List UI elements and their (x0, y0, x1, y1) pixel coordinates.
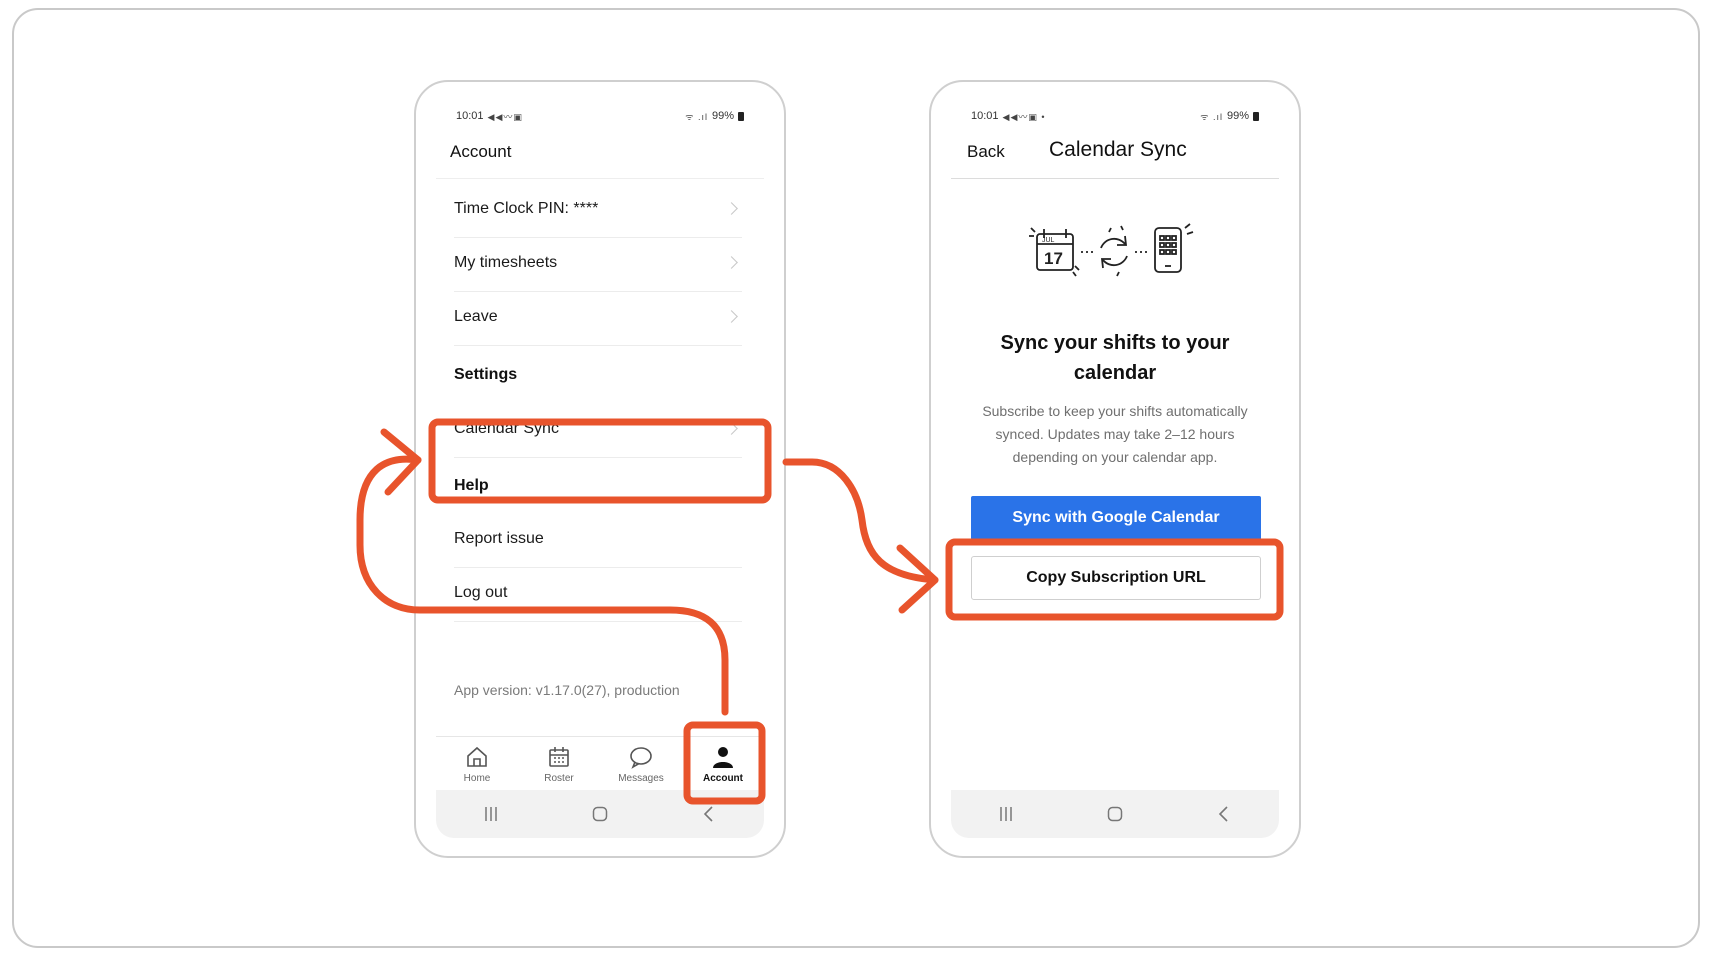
calendar-month: JUL (1042, 237, 1055, 244)
screenshot-frame (12, 8, 1700, 948)
calendar-day: 17 (1044, 249, 1063, 268)
sync-google-calendar-button[interactable]: Sync with Google Calendar (971, 496, 1261, 540)
phone-calendar-sync-screen: 10:01 ◀◀〰▣ • ᯤ .ıl 99% Back Calendar Syn… (929, 80, 1301, 858)
recent-apps-icon[interactable] (481, 804, 501, 824)
battery-icon (738, 111, 744, 121)
back-arrow-icon[interactable] (1214, 804, 1234, 824)
menu-item-label: Log out (454, 583, 508, 601)
calendar-icon (549, 747, 569, 767)
status-time: 10:01 (971, 110, 999, 122)
bottom-tab-bar: Home Roster Messages Account (436, 736, 764, 790)
menu-item-label: Calendar Sync (454, 419, 559, 437)
copy-subscription-url-button[interactable]: Copy Subscription URL (971, 556, 1261, 600)
status-time: 10:01 (456, 110, 484, 122)
header-divider (436, 178, 764, 179)
page-title: Calendar Sync (1049, 138, 1187, 161)
menu-item-label: Leave (454, 307, 498, 325)
tab-label: Messages (618, 773, 664, 784)
battery-icon (1253, 111, 1259, 121)
chat-bubble-icon (630, 747, 652, 769)
app-version-text: App version: v1.17.0(27), production (454, 682, 680, 698)
signal-icon: ᯤ .ıl (1200, 111, 1223, 122)
system-nav-bar (951, 790, 1279, 838)
signal-icon: ᯤ .ıl (685, 111, 708, 122)
menu-item-my-timesheets[interactable]: My timesheets (454, 234, 742, 292)
menu-item-time-clock-pin[interactable]: Time Clock PIN: **** (454, 180, 742, 238)
tab-label: Home (463, 773, 491, 784)
section-title-settings: Settings (454, 366, 518, 383)
chevron-right-icon (725, 310, 738, 323)
battery-level: 99% (1226, 110, 1249, 122)
menu-item-label: Report issue (454, 529, 544, 547)
calendar-icon: JUL 17 (1029, 227, 1080, 277)
chevron-right-icon (725, 256, 738, 269)
chevron-right-icon (725, 422, 738, 435)
status-bar: 10:01 ◀◀〰▣ • ᯤ .ıl 99% (971, 108, 1259, 124)
tab-label: Roster (544, 773, 574, 784)
home-icon (467, 746, 487, 767)
menu-item-calendar-sync[interactable]: Calendar Sync (454, 400, 742, 458)
tab-label: Account (703, 773, 743, 784)
tab-roster[interactable]: Roster (524, 743, 594, 784)
notification-icons: ◀◀〰▣ (487, 111, 523, 122)
menu-item-label: Time Clock PIN: **** (454, 199, 599, 217)
home-button-icon[interactable] (590, 804, 610, 824)
header-divider (951, 178, 1279, 179)
system-nav-bar (436, 790, 764, 838)
sync-description: Subscribe to keep your shifts automatica… (982, 403, 1248, 465)
refresh-icon (1100, 225, 1128, 277)
back-arrow-icon[interactable] (699, 804, 719, 824)
home-button-icon[interactable] (1105, 804, 1125, 824)
calendar-sync-illustration: JUL 17 (1029, 223, 1194, 277)
menu-item-leave[interactable]: Leave (454, 288, 742, 346)
page-title: Account (450, 142, 512, 161)
tab-account[interactable]: Account (688, 743, 758, 784)
phone-account-screen: 10:01 ◀◀〰▣ ᯤ .ıl 99% Account Time Clock … (414, 80, 786, 858)
chevron-right-icon (725, 202, 738, 215)
back-button[interactable]: Back (967, 142, 1005, 162)
menu-item-report-issue[interactable]: Report issue (454, 510, 742, 568)
tab-home[interactable]: Home (442, 743, 512, 784)
menu-item-log-out[interactable]: Log out (454, 564, 742, 622)
tab-messages[interactable]: Messages (606, 743, 676, 784)
user-icon (713, 747, 733, 768)
section-title-help: Help (454, 477, 489, 494)
status-bar: 10:01 ◀◀〰▣ ᯤ .ıl 99% (456, 108, 744, 124)
sync-heading: Sync your shifts to your calendar (1000, 332, 1230, 384)
battery-level: 99% (711, 110, 734, 122)
menu-item-label: My timesheets (454, 253, 558, 271)
recent-apps-icon[interactable] (996, 804, 1016, 824)
phone-icon (1154, 223, 1194, 273)
notification-icons: ◀◀〰▣ • (1002, 111, 1046, 122)
